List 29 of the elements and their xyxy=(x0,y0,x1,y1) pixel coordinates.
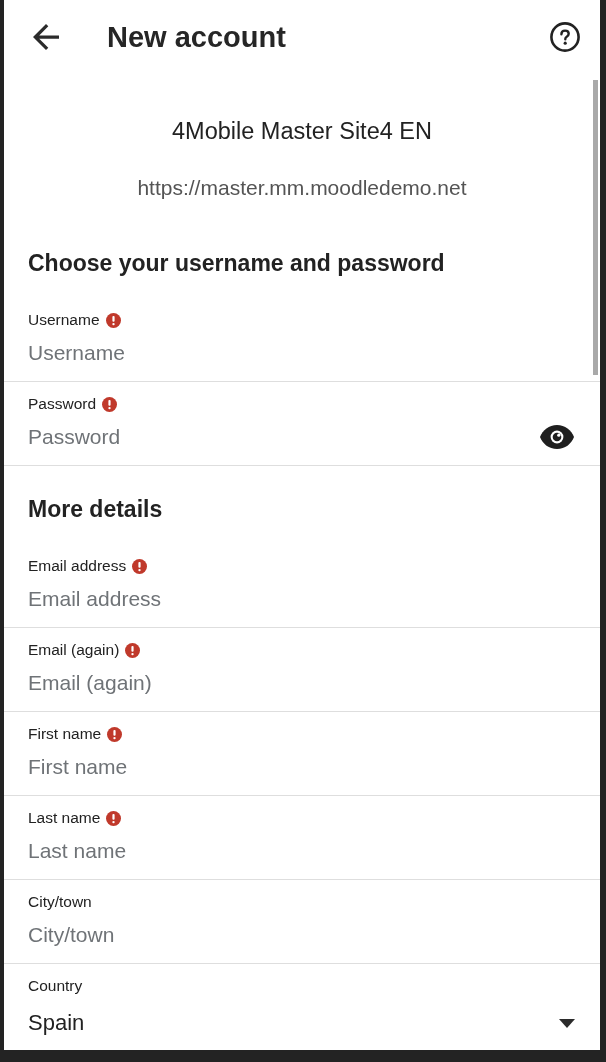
text-input[interactable]: Email (again) xyxy=(28,668,575,698)
field-label: First name xyxy=(28,724,102,744)
select-field[interactable]: Spain xyxy=(28,1008,575,1038)
password-input[interactable]: Password xyxy=(28,422,539,452)
section-heading: Choose your username and password xyxy=(28,249,445,278)
field-label: Password xyxy=(28,394,97,414)
text-input[interactable]: Email address xyxy=(28,584,575,614)
field-label: Username xyxy=(28,310,100,330)
field-label: Country xyxy=(28,976,83,996)
field-label: Email (again) xyxy=(28,640,120,660)
help-icon xyxy=(550,22,580,52)
back-button[interactable] xyxy=(33,24,59,50)
section-heading: More details xyxy=(28,495,163,524)
text-input[interactable]: City/town xyxy=(28,920,575,950)
text-input[interactable]: Last name xyxy=(28,836,575,866)
field-label: Last name xyxy=(28,808,101,828)
field-label: City/town xyxy=(28,892,92,912)
site-name: 4Mobile Master Site4 EN xyxy=(172,117,432,146)
caret-icon xyxy=(559,1018,575,1028)
text-input[interactable]: First name xyxy=(28,752,575,782)
scrollbar-thumb[interactable] xyxy=(593,80,598,375)
field-label: Email address xyxy=(28,556,127,576)
help-button[interactable] xyxy=(550,22,580,52)
show-password-button[interactable] xyxy=(539,424,575,450)
text-input[interactable]: Username xyxy=(28,338,575,368)
site-url: https://master.mm.moodledemo.net xyxy=(137,175,467,201)
page-title: New account xyxy=(107,20,286,55)
eye-icon xyxy=(539,424,575,450)
back-arrow-icon xyxy=(33,24,59,50)
